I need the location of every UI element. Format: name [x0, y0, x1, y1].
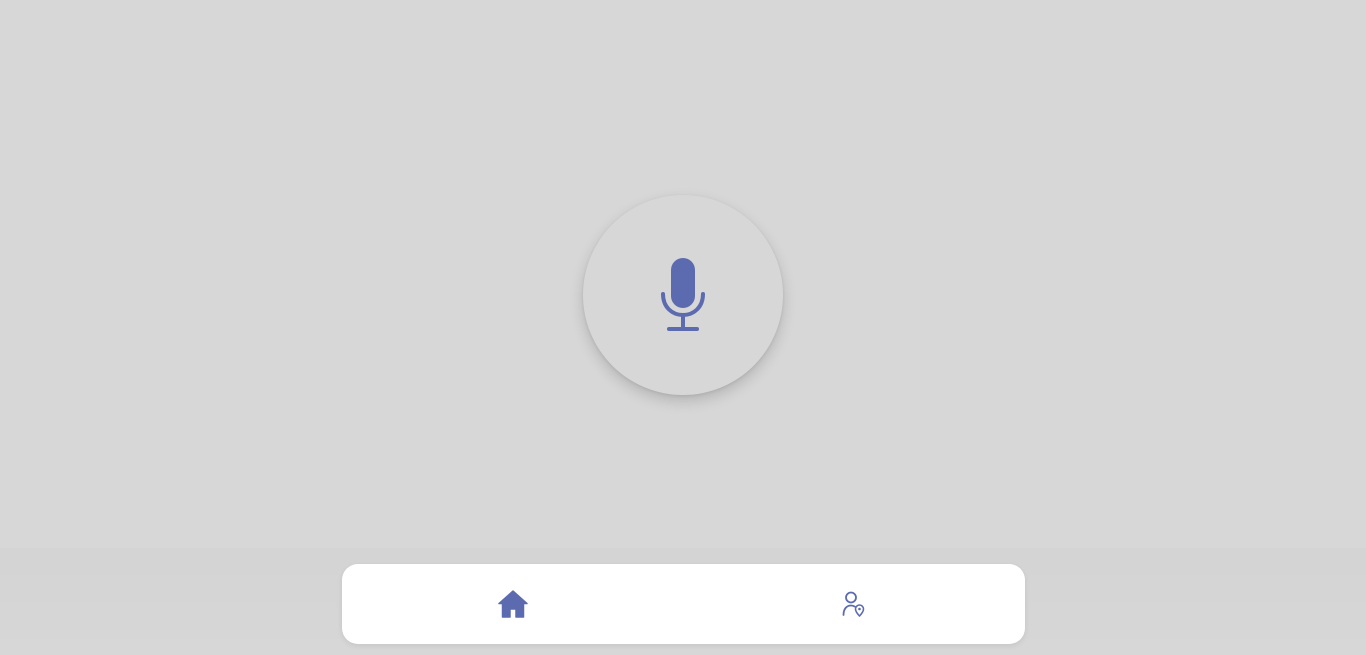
record-voice-button[interactable]: [583, 195, 783, 395]
nav-item-profile-location[interactable]: [684, 564, 1026, 644]
user-location-icon: [842, 591, 865, 617]
nav-item-home[interactable]: [342, 564, 684, 644]
home-icon: [498, 590, 528, 618]
main-screen: [0, 0, 1366, 655]
bottom-navigation: [342, 564, 1025, 644]
microphone-icon: [661, 258, 705, 331]
